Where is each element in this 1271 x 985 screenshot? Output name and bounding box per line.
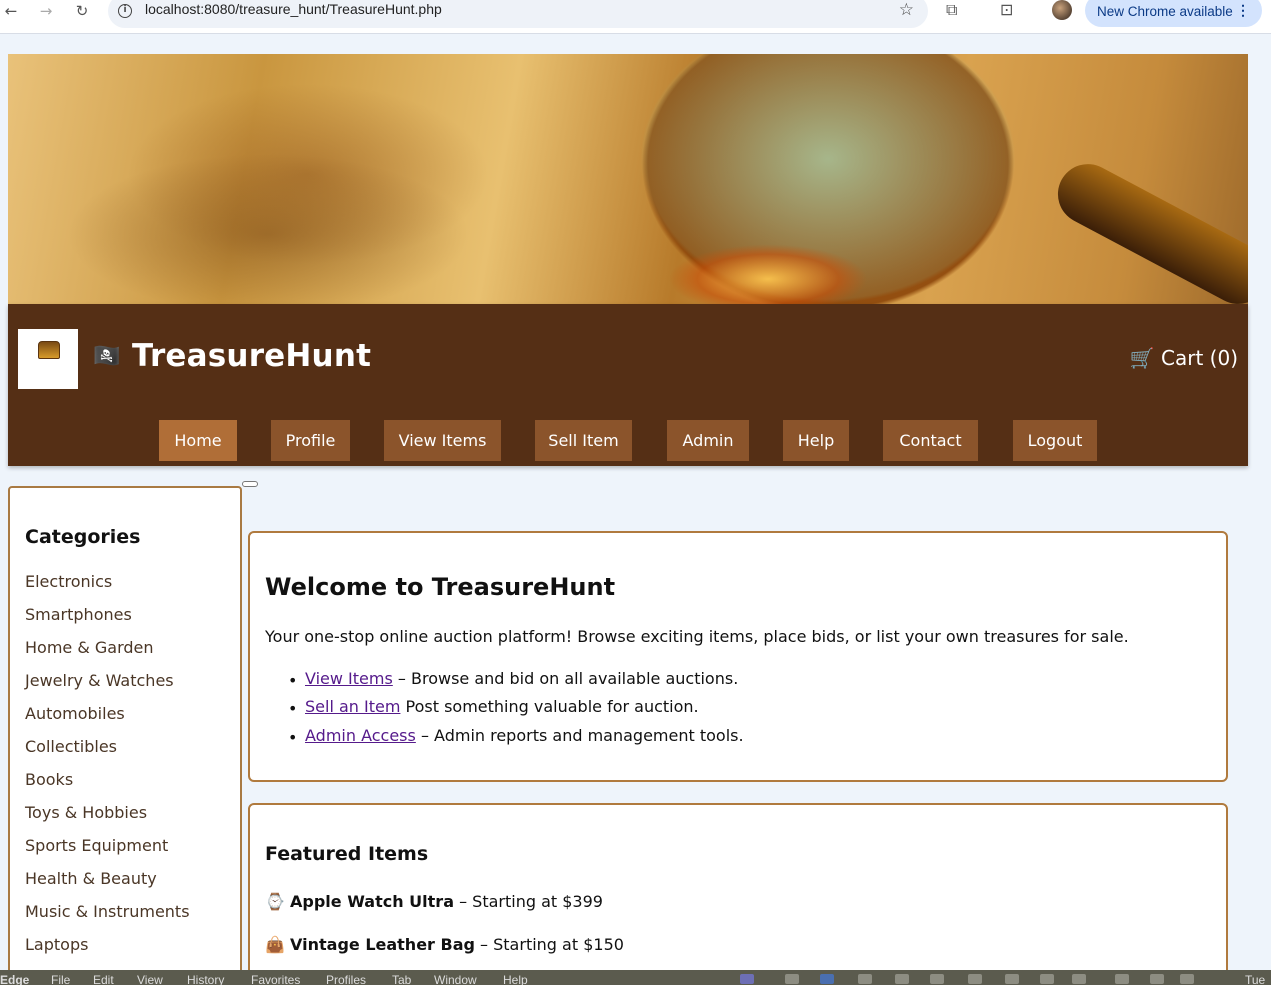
- nav-sell-item[interactable]: Sell Item: [535, 420, 632, 461]
- os-menu-item[interactable]: Favorites: [251, 973, 300, 985]
- category-link[interactable]: Collectibles: [25, 737, 117, 756]
- sidebar-toggle[interactable]: [242, 481, 258, 487]
- list-item-text: – Browse and bid on all available auctio…: [392, 669, 739, 688]
- pirate-flag-icon: 🏴‍☠️: [93, 344, 121, 369]
- category-link[interactable]: Jewelry & Watches: [25, 671, 174, 690]
- category-link[interactable]: Electronics: [25, 572, 112, 591]
- status-cloud-icon[interactable]: [785, 974, 799, 984]
- status-app-icon[interactable]: [740, 974, 754, 984]
- nav-home[interactable]: Home: [159, 420, 237, 461]
- welcome-panel: Welcome to TreasureHunt Your one-stop on…: [248, 531, 1228, 782]
- list-item: • View Items – Browse and bid on all avai…: [288, 669, 739, 690]
- os-clock[interactable]: Tue: [1245, 973, 1265, 985]
- view-items-link[interactable]: View Items: [305, 669, 393, 688]
- kebab-menu-icon[interactable]: ⋮: [1236, 2, 1250, 19]
- site-header: 🏴‍☠️ TreasureHunt 🛒 Cart (0) Home Profil…: [8, 304, 1248, 466]
- nav-profile[interactable]: Profile: [271, 420, 350, 461]
- os-menu-app[interactable]: Edge: [0, 973, 29, 985]
- tab-search-icon[interactable]: ⊡: [1000, 0, 1013, 19]
- sell-item-link[interactable]: Sell an Item: [305, 697, 400, 716]
- categories-sidebar: Categories Electronics Smartphones Home …: [8, 486, 242, 985]
- url-text[interactable]: localhost:8080/treasure_hunt/TreasureHun…: [145, 1, 442, 17]
- list-item: • Admin Access – Admin reports and manage…: [288, 726, 744, 747]
- list-item-text: – Admin reports and management tools.: [415, 726, 744, 745]
- extensions-icon[interactable]: ⧉: [946, 0, 957, 20]
- nav-view-items[interactable]: View Items: [384, 420, 501, 461]
- status-app-icon[interactable]: [895, 974, 909, 984]
- featured-item-name: Apple Watch Ultra: [290, 892, 454, 911]
- hero-banner: [8, 54, 1248, 304]
- category-link[interactable]: Toys & Hobbies: [25, 803, 147, 822]
- os-menu-item[interactable]: Edit: [93, 973, 114, 985]
- os-menu-item[interactable]: Profiles: [326, 973, 366, 985]
- status-app-icon[interactable]: [1040, 974, 1054, 984]
- category-link[interactable]: Automobiles: [25, 704, 125, 723]
- featured-item-price: – Starting at $399: [454, 892, 603, 911]
- battery-icon[interactable]: [1072, 974, 1086, 984]
- wifi-icon[interactable]: [1115, 974, 1129, 984]
- category-link[interactable]: Smartphones: [25, 605, 132, 624]
- profile-avatar[interactable]: [1052, 0, 1072, 20]
- treasure-chest-icon: [38, 341, 60, 359]
- nav-admin[interactable]: Admin: [667, 420, 749, 461]
- nav-logout[interactable]: Logout: [1013, 420, 1097, 461]
- bookmark-star-icon[interactable]: ☆: [899, 0, 914, 20]
- banner-magnifier-handle: [1047, 153, 1248, 304]
- nav-help[interactable]: Help: [783, 420, 849, 461]
- category-link[interactable]: Music & Instruments: [25, 902, 190, 921]
- welcome-title: Welcome to TreasureHunt: [265, 573, 616, 601]
- os-menu-item[interactable]: File: [51, 973, 70, 985]
- featured-item[interactable]: 👜 Vintage Leather Bag – Starting at $150: [265, 935, 624, 954]
- os-menu-item[interactable]: Help: [503, 973, 528, 985]
- status-app-icon[interactable]: [858, 974, 872, 984]
- site-logo[interactable]: [18, 329, 78, 389]
- category-link[interactable]: Sports Equipment: [25, 836, 168, 855]
- browser-toolbar: ← → ↻ i localhost:8080/treasure_hunt/Tre…: [0, 0, 1271, 34]
- control-center-icon[interactable]: [1180, 974, 1194, 984]
- category-link[interactable]: Laptops: [25, 935, 88, 954]
- cart-link[interactable]: 🛒 Cart (0): [1130, 346, 1238, 370]
- featured-item-price: – Starting at $150: [474, 935, 624, 954]
- nav-contact[interactable]: Contact: [883, 420, 978, 461]
- forward-icon[interactable]: →: [35, 1, 57, 21]
- os-menu-item[interactable]: History: [187, 973, 224, 985]
- address-bar[interactable]: i localhost:8080/treasure_hunt/TreasureH…: [108, 0, 928, 28]
- banner-flare: [668, 244, 868, 304]
- handbag-icon: 👜: [265, 935, 285, 954]
- site-info-icon[interactable]: i: [118, 4, 132, 18]
- watch-icon: ⌚: [265, 892, 285, 911]
- category-link[interactable]: Health & Beauty: [25, 869, 157, 888]
- site-title: TreasureHunt: [132, 338, 372, 374]
- status-app-icon[interactable]: [930, 974, 944, 984]
- featured-item-name: Vintage Leather Bag: [290, 935, 475, 954]
- featured-panel: Featured Items ⌚ Apple Watch Ultra – Sta…: [248, 803, 1228, 985]
- welcome-intro: Your one-stop online auction platform! B…: [265, 627, 1129, 646]
- featured-item[interactable]: ⌚ Apple Watch Ultra – Starting at $399: [265, 892, 603, 911]
- status-zoom-icon[interactable]: [820, 974, 834, 984]
- status-play-icon[interactable]: [1005, 974, 1019, 984]
- category-link[interactable]: Books: [25, 770, 73, 789]
- os-menu-bar: Edge File Edit View History Favorites Pr…: [0, 970, 1271, 985]
- new-chrome-button[interactable]: New Chrome available ⋮: [1085, 0, 1262, 27]
- search-icon[interactable]: [1150, 974, 1164, 984]
- featured-title: Featured Items: [265, 843, 429, 865]
- os-menu-item[interactable]: View: [137, 973, 163, 985]
- admin-access-link[interactable]: Admin Access: [305, 726, 416, 745]
- back-icon[interactable]: ←: [0, 1, 22, 21]
- new-chrome-label: New Chrome available: [1097, 4, 1233, 19]
- list-item-text: Post something valuable for auction.: [400, 697, 699, 716]
- list-item: • Sell an Item Post something valuable fo…: [288, 697, 699, 718]
- reload-icon[interactable]: ↻: [71, 1, 93, 21]
- category-link[interactable]: Home & Garden: [25, 638, 154, 657]
- sidebar-title: Categories: [25, 526, 141, 548]
- status-app-icon[interactable]: [968, 974, 982, 984]
- os-menu-item[interactable]: Tab: [392, 973, 411, 985]
- os-menu-item[interactable]: Window: [434, 973, 477, 985]
